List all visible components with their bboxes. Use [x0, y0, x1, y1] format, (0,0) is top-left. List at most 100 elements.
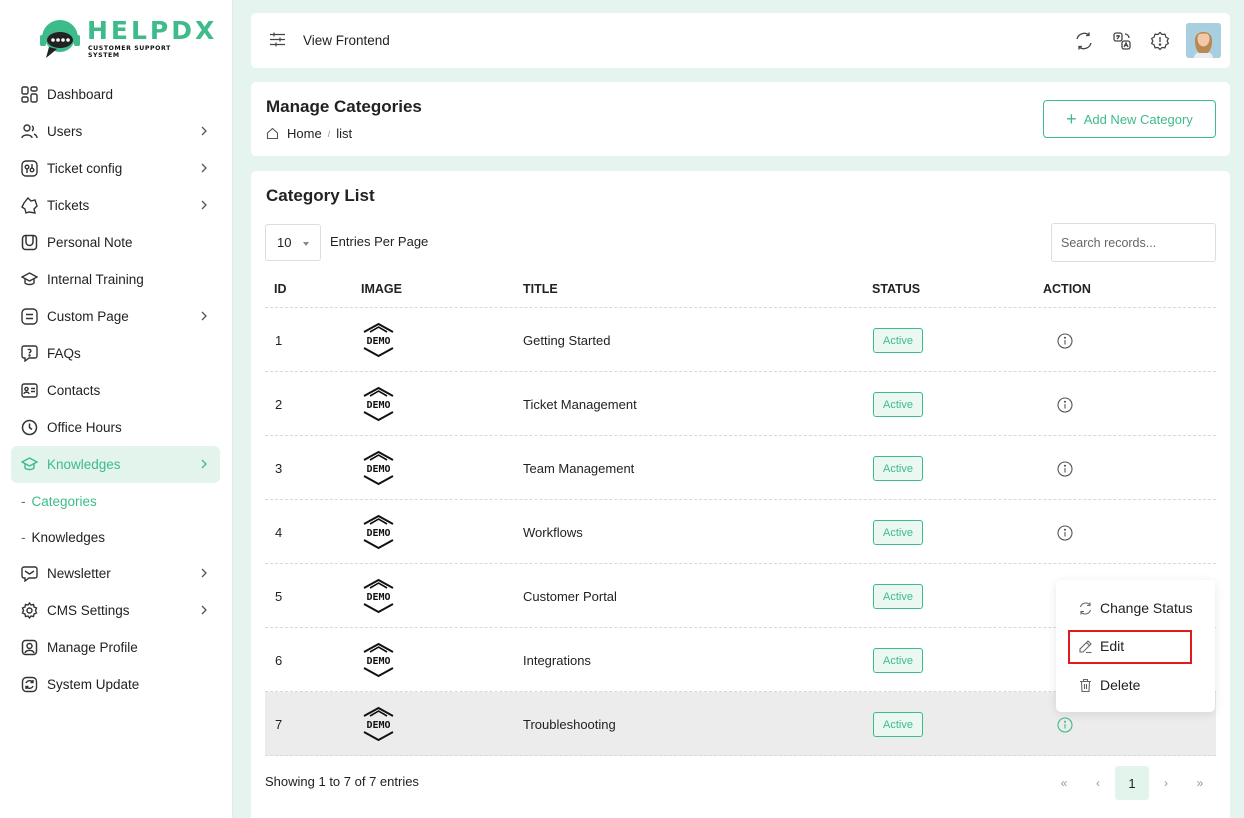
column-header-image[interactable]: IMAGE: [361, 282, 402, 296]
pagination-first[interactable]: «: [1047, 766, 1081, 800]
menu-item-delete[interactable]: Delete: [1078, 677, 1140, 693]
category-image: DEMO: [363, 322, 394, 358]
sidebar-item-label: Office Hours: [47, 420, 122, 435]
status-badge[interactable]: Active: [873, 712, 923, 737]
add-new-category-button[interactable]: + Add New Category: [1043, 100, 1216, 138]
sidebar-item-users[interactable]: Users: [11, 113, 220, 150]
menu-item-change-status[interactable]: Change Status: [1078, 600, 1193, 616]
search-input[interactable]: [1051, 223, 1216, 262]
pagination-last[interactable]: »: [1183, 766, 1217, 800]
chevron-right-icon: [201, 568, 207, 578]
dashboard-icon: [20, 86, 38, 104]
sidebar-item-faqs[interactable]: FAQs: [11, 335, 220, 372]
category-list-card: Category List 10 Entries Per Page ID IMA…: [251, 171, 1230, 818]
sidebar-subitem-label: Categories: [31, 493, 97, 509]
showing-entries-text: Showing 1 to 7 of 7 entries: [265, 774, 419, 789]
refresh-icon[interactable]: [1074, 31, 1094, 51]
breadcrumb-home[interactable]: Home: [287, 126, 322, 141]
table-row: 2 DEMO Ticket Management Active: [265, 372, 1216, 436]
svg-text:DEMO: DEMO: [366, 336, 390, 347]
sidebar-item-internal-training[interactable]: Internal Training: [11, 261, 220, 298]
column-header-action[interactable]: ACTION: [1043, 282, 1091, 296]
sidebar-item-personal-note[interactable]: Personal Note: [11, 224, 220, 261]
status-badge[interactable]: Active: [873, 648, 923, 673]
status-badge[interactable]: Active: [873, 392, 923, 417]
chevron-right-icon: [201, 605, 207, 615]
status-badge[interactable]: Active: [873, 456, 923, 481]
sidebar-item-label: Ticket config: [47, 161, 123, 176]
language-icon[interactable]: [1112, 31, 1132, 51]
table-row: 1 DEMO Getting Started Active: [265, 308, 1216, 372]
sidebar-item-label: Knowledges: [47, 457, 121, 472]
sidebar-item-label: Manage Profile: [47, 640, 138, 655]
brand-logo[interactable]: HELPDX CUSTOMER SUPPORT SYSTEM: [35, 14, 214, 64]
entries-per-page-select[interactable]: 10: [265, 224, 321, 261]
category-image: DEMO: [363, 578, 394, 614]
info-circle-icon[interactable]: [1057, 397, 1073, 413]
user-avatar[interactable]: [1186, 23, 1221, 58]
row-title: Team Management: [523, 461, 635, 476]
row-title: Workflows: [523, 525, 583, 540]
sidebar-item-newsletter[interactable]: Newsletter: [11, 555, 220, 592]
chevron-right-icon: [201, 200, 207, 210]
sidebar-item-cms-settings[interactable]: CMS Settings: [11, 592, 220, 629]
info-circle-icon[interactable]: [1057, 333, 1073, 349]
pagination-next[interactable]: ›: [1149, 766, 1183, 800]
sidebar-item-knowledges[interactable]: Knowledges: [11, 446, 220, 483]
pagination-page-1[interactable]: 1: [1115, 766, 1149, 800]
caret-down-icon: [303, 242, 309, 246]
column-header-title[interactable]: TITLE: [523, 282, 558, 296]
badge-alert-icon[interactable]: [1150, 31, 1170, 51]
sliders-toggle-icon[interactable]: [269, 32, 286, 47]
sidebar-subitem-label: Knowledges: [31, 529, 106, 545]
sidebar-item-dashboard[interactable]: Dashboard: [11, 76, 220, 113]
status-badge[interactable]: Active: [873, 328, 923, 353]
category-image: DEMO: [363, 386, 394, 422]
pagination-prev[interactable]: ‹: [1081, 766, 1115, 800]
view-frontend-link[interactable]: View Frontend: [303, 33, 390, 48]
sidebar-nav: Dashboard Users Ticket config Tickets Pe…: [11, 76, 220, 703]
row-id: 1: [275, 333, 283, 348]
sidebar-item-manage-profile[interactable]: Manage Profile: [11, 629, 220, 666]
faq-icon: [20, 345, 38, 363]
status-badge[interactable]: Active: [873, 584, 923, 609]
clock-icon: [20, 419, 38, 437]
home-icon: [266, 127, 279, 140]
row-id: 4: [275, 525, 283, 540]
category-image: DEMO: [363, 642, 394, 678]
row-id: 5: [275, 589, 283, 604]
contacts-icon: [20, 382, 38, 400]
sidebar-item-tickets[interactable]: Tickets: [11, 187, 220, 224]
row-id: 7: [275, 717, 283, 732]
info-circle-icon[interactable]: [1057, 461, 1073, 477]
info-circle-icon[interactable]: [1057, 525, 1073, 541]
svg-text:DEMO: DEMO: [366, 464, 390, 475]
sidebar-item-label: Personal Note: [47, 235, 133, 250]
sidebar-item-office-hours[interactable]: Office Hours: [11, 409, 220, 446]
sidebar-subitem-categories[interactable]: - Categories: [11, 483, 220, 519]
info-circle-icon[interactable]: [1057, 717, 1073, 733]
sidebar-subitem-knowledges[interactable]: - Knowledges: [11, 519, 220, 555]
sidebar-item-custom-page[interactable]: Custom Page: [11, 298, 220, 335]
status-badge[interactable]: Active: [873, 520, 923, 545]
category-image: DEMO: [363, 706, 394, 742]
row-title: Troubleshooting: [523, 717, 616, 732]
gear-icon: [20, 602, 38, 620]
column-header-status[interactable]: STATUS: [872, 282, 920, 296]
svg-text:DEMO: DEMO: [366, 656, 390, 667]
training-icon: [20, 271, 38, 289]
edit-highlight-box: [1068, 630, 1192, 664]
pagination: « ‹ 1 › »: [1047, 766, 1217, 800]
column-header-id[interactable]: ID: [274, 282, 287, 296]
sidebar-item-system-update[interactable]: System Update: [11, 666, 220, 703]
profile-icon: [20, 639, 38, 657]
sidebar-item-ticket-config[interactable]: Ticket config: [11, 150, 220, 187]
chevron-right-icon: [201, 163, 207, 173]
page-header: Manage Categories Home / list + Add New …: [251, 82, 1230, 156]
chevron-right-icon: [201, 311, 207, 321]
sidebar-item-contacts[interactable]: Contacts: [11, 372, 220, 409]
users-icon: [20, 123, 38, 141]
menu-item-label: Delete: [1100, 677, 1141, 693]
svg-text:DEMO: DEMO: [366, 528, 390, 539]
row-title: Ticket Management: [523, 397, 637, 412]
